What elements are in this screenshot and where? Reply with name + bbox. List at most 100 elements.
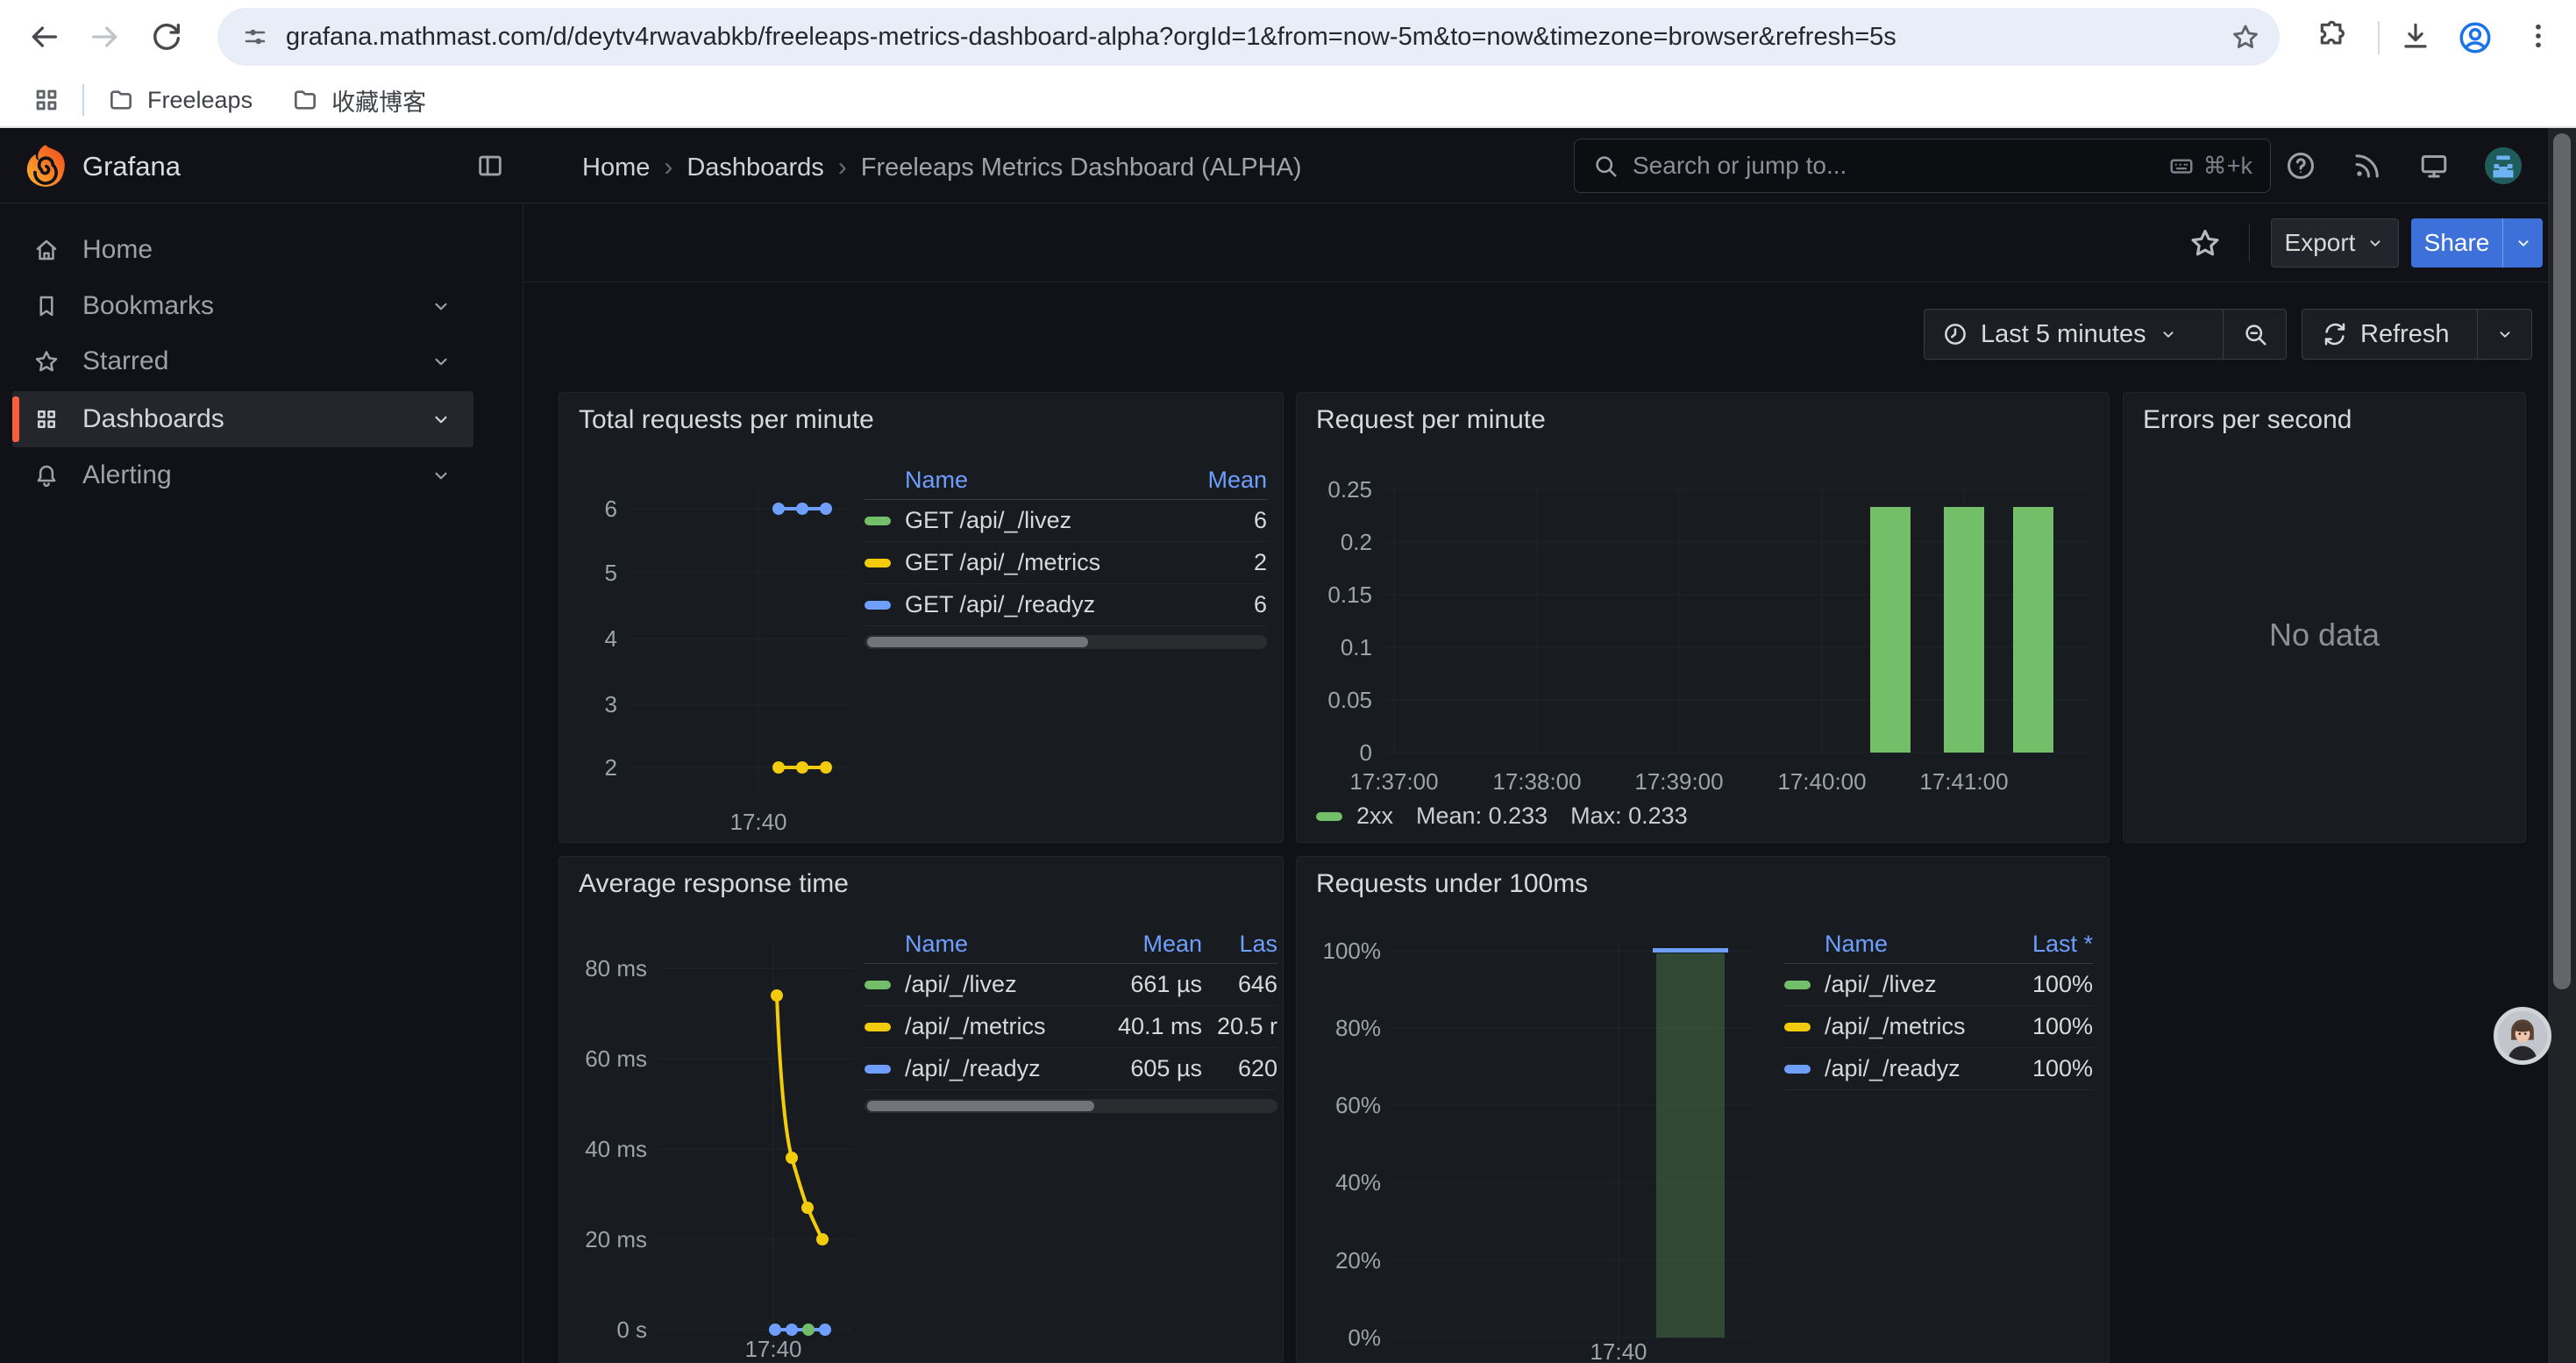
time-range-picker[interactable]: Last 5 minutes: [1924, 309, 2287, 360]
scrollbar-thumb[interactable]: [2553, 133, 2571, 989]
legend-row[interactable]: GET /api/_/metrics 2: [865, 542, 1267, 584]
back-button[interactable]: [26, 19, 61, 54]
svg-text:80 ms: 80 ms: [585, 955, 647, 981]
breadcrumb: Home › Dashboards › Freeleaps Metrics Da…: [582, 153, 1302, 182]
svg-text:0 s: 0 s: [616, 1317, 647, 1343]
sidebar-item-starred[interactable]: Starred: [12, 333, 473, 389]
back-arrow-icon: [26, 19, 61, 54]
dashboard-actions-row: Export Share: [524, 203, 2576, 282]
share-menu-button[interactable]: [2502, 218, 2543, 268]
bookmark-star-icon[interactable]: [2231, 22, 2260, 52]
svg-text:4: 4: [605, 625, 617, 652]
panel-total-requests-per-minute[interactable]: Total requests per minute 6 5 4 3 2: [559, 392, 1284, 843]
sidebar-item-dashboards[interactable]: Dashboards: [12, 391, 473, 447]
forward-button[interactable]: [88, 19, 123, 54]
bar: [1870, 507, 1911, 753]
bookmark-folder-freeleaps[interactable]: Freeleaps: [107, 86, 253, 114]
export-button[interactable]: Export: [2271, 218, 2399, 268]
brand-name: Grafana: [82, 151, 181, 182]
svg-text:17:38:00: 17:38:00: [1492, 768, 1581, 795]
share-button[interactable]: Share: [2411, 218, 2543, 268]
scrollbar-thumb[interactable]: [867, 637, 1088, 647]
chevron-down-icon[interactable]: [430, 295, 452, 318]
legend-row[interactable]: /api/_/metrics 40.1 ms 20.5 r: [865, 1006, 1277, 1048]
legend-col-mean[interactable]: Mean: [1171, 467, 1267, 494]
legend-col-name[interactable]: Name: [865, 931, 1071, 958]
page-scrollbar[interactable]: [2548, 128, 2576, 1363]
legend-row[interactable]: /api/_/metrics 100%: [1784, 1006, 2093, 1048]
dashboard-canvas: Last 5 minutes Refresh: [524, 283, 2576, 1363]
bookmark-icon: [33, 293, 60, 319]
series-color-chip: [865, 559, 891, 567]
clock-icon: [1942, 321, 1968, 347]
puzzle-icon: [2316, 19, 2350, 53]
browser-profile-button[interactable]: [2457, 19, 2492, 54]
legend-row[interactable]: /api/_/readyz 100%: [1784, 1048, 2093, 1090]
legend-col-name[interactable]: Name: [865, 467, 1171, 494]
chevron-down-icon[interactable]: [430, 408, 452, 431]
sidebar-item-home[interactable]: Home: [12, 222, 473, 278]
sidebar-toggle-button[interactable]: [475, 151, 505, 181]
panel-errors-per-second[interactable]: Errors per second No data: [2123, 392, 2526, 843]
legend-col-last[interactable]: Last *: [1988, 931, 2093, 958]
panel-average-response-time[interactable]: Average response time 80 ms 60 ms 40 ms …: [559, 856, 1284, 1363]
sidebar-item-alerting[interactable]: Alerting: [12, 447, 473, 503]
floating-assistant-avatar[interactable]: [2494, 1007, 2551, 1065]
url-text[interactable]: grafana.mathmast.com/d/deytv4rwavabkb/fr…: [286, 23, 2231, 52]
panel-requests-under-100ms[interactable]: Requests under 100ms 100% 80% 60% 40% 20…: [1296, 856, 2110, 1363]
downloads-button[interactable]: [2399, 19, 2434, 54]
grafana-top-nav: Grafana Home › Dashboards › Freeleaps Me…: [0, 128, 2576, 203]
svg-text:0.2: 0.2: [1341, 529, 1372, 555]
display-button[interactable]: [2418, 150, 2450, 182]
legend-row[interactable]: GET /api/_/readyz 6: [865, 584, 1267, 626]
refresh-controls[interactable]: Refresh: [2302, 309, 2532, 360]
chevron-down-icon[interactable]: [430, 464, 452, 487]
help-icon: [2285, 150, 2316, 182]
scrollbar-thumb[interactable]: [867, 1101, 1094, 1111]
svg-text:17:39:00: 17:39:00: [1634, 768, 1723, 795]
legend-col-mean[interactable]: Mean: [1071, 931, 1202, 958]
legend-col-last[interactable]: Las: [1202, 931, 1277, 958]
area-fill: [1656, 953, 1725, 1338]
home-icon: [33, 237, 60, 263]
extensions-button[interactable]: [2316, 19, 2352, 54]
reload-button[interactable]: [149, 19, 184, 54]
favorite-dashboard-button[interactable]: [2188, 226, 2222, 260]
legend-col-name[interactable]: Name: [1784, 931, 1988, 958]
breadcrumb-current: Freeleaps Metrics Dashboard (ALPHA): [861, 153, 1302, 182]
legend[interactable]: 2xx Mean: 0.233 Max: 0.233: [1316, 803, 1688, 830]
breadcrumb-home[interactable]: Home: [582, 153, 650, 182]
site-info-icon[interactable]: [242, 24, 268, 50]
legend-row[interactable]: /api/_/livez 661 µs 646: [865, 964, 1277, 1006]
search-input[interactable]: Search or jump to... ⌘+k: [1574, 139, 2271, 193]
apps-grid-icon[interactable]: [32, 85, 61, 115]
news-button[interactable]: [2352, 150, 2383, 182]
sidebar-item-bookmarks[interactable]: Bookmarks: [12, 278, 473, 334]
legend-row[interactable]: /api/_/livez 100%: [1784, 964, 2093, 1006]
breadcrumb-dashboards[interactable]: Dashboards: [687, 153, 823, 182]
bar-chart: 0.25 0.2 0.15 0.1 0.05 0 17:37:00 17:38:…: [1297, 393, 2110, 843]
svg-text:17:41:00: 17:41:00: [1919, 768, 2008, 795]
legend-row[interactable]: GET /api/_/livez 6: [865, 500, 1267, 542]
legend-row[interactable]: /api/_/readyz 605 µs 620: [865, 1048, 1277, 1090]
bookmark-folder-blogs[interactable]: 收藏博客: [291, 83, 426, 118]
svg-text:17:40:00: 17:40:00: [1777, 768, 1866, 795]
panel-request-per-minute[interactable]: Request per minute 0.25 0.2 0.15: [1296, 392, 2110, 843]
chevron-down-icon[interactable]: [430, 350, 452, 373]
legend-scrollbar[interactable]: [865, 635, 1267, 649]
refresh-interval-button[interactable]: [2478, 310, 2531, 359]
svg-text:100%: 100%: [1323, 938, 1382, 964]
sidebar-item-label: Bookmarks: [82, 291, 214, 321]
bell-icon: [33, 462, 60, 489]
browser-menu-button[interactable]: [2522, 19, 2557, 54]
help-button[interactable]: [2285, 150, 2316, 182]
chevron-down-icon: [2495, 325, 2515, 344]
folder-icon: [107, 86, 135, 114]
user-avatar[interactable]: [2483, 146, 2523, 190]
refresh-button[interactable]: Refresh: [2302, 310, 2477, 359]
grafana-logo[interactable]: [23, 143, 68, 193]
legend-scrollbar[interactable]: [865, 1099, 1277, 1113]
address-bar[interactable]: grafana.mathmast.com/d/deytv4rwavabkb/fr…: [217, 8, 2280, 66]
series-color-chip: [1784, 1065, 1811, 1074]
zoom-out-button[interactable]: [2224, 310, 2286, 359]
